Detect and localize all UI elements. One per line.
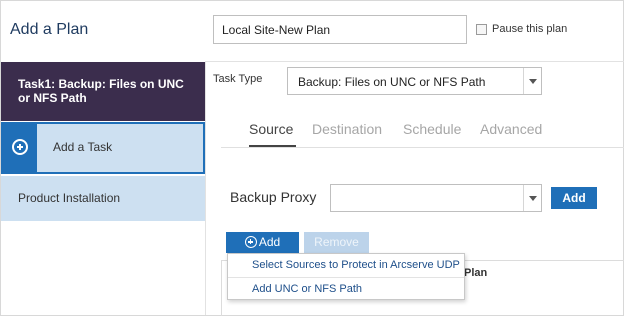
sidebar-item-label: Task1: Backup: Files on UNC or NFS Path [18,77,184,105]
sidebar-item-label: Product Installation [18,191,121,205]
menu-divider [228,277,464,278]
plan-name-input[interactable] [213,15,467,44]
sidebar-item-task1[interactable]: Task1: Backup: Files on UNC or NFS Path [1,62,205,121]
page-title: Add a Plan [10,21,89,38]
add-source-button[interactable]: Add [226,232,299,253]
pause-label: Pause this plan [492,23,568,35]
add-task-icon-box [3,124,37,172]
add-source-menu: Select Sources to Protect in Arcserve UD… [227,253,465,300]
table-left-border [221,260,222,316]
sidebar-item-label: Add a Task [53,140,113,154]
tab-source[interactable]: Source [249,121,293,137]
tab-advanced[interactable]: Advanced [480,121,542,137]
tab-schedule[interactable]: Schedule [403,121,461,137]
add-proxy-button[interactable]: Add [551,187,597,209]
menu-item-select-sources[interactable]: Select Sources to Protect in Arcserve UD… [252,259,460,271]
add-source-label: Add [258,235,281,249]
plan-header: Add a Plan [1,1,205,62]
chevron-down-icon[interactable] [523,68,541,94]
sidebar: Add a Plan Task1: Backup: Files on UNC o… [1,1,205,315]
menu-item-add-unc-path[interactable]: Add UNC or NFS Path [252,283,362,295]
backup-proxy-label: Backup Proxy [230,189,317,205]
task-type-value: Backup: Files on UNC or NFS Path [298,75,486,89]
active-tab-indicator [249,145,296,147]
plus-circle-icon [244,236,257,248]
divider [205,61,206,315]
chevron-down-icon[interactable] [523,185,541,211]
task-type-label: Task Type [213,73,263,85]
tab-destination[interactable]: Destination [312,121,382,137]
task-type-select[interactable]: Backup: Files on UNC or NFS Path [287,67,542,95]
pause-checkbox[interactable] [476,23,487,35]
divider [206,61,624,62]
tab-bar-divider [221,147,624,148]
plus-circle-icon [12,139,28,155]
remove-source-button[interactable]: Remove [304,232,369,253]
sidebar-item-add-task[interactable]: Add a Task [1,122,205,174]
column-header-plan[interactable]: Plan [464,267,487,279]
backup-proxy-select[interactable] [330,184,542,212]
pause-plan-toggle[interactable]: Pause this plan [476,23,567,35]
sidebar-item-product-installation[interactable]: Product Installation [1,176,205,221]
